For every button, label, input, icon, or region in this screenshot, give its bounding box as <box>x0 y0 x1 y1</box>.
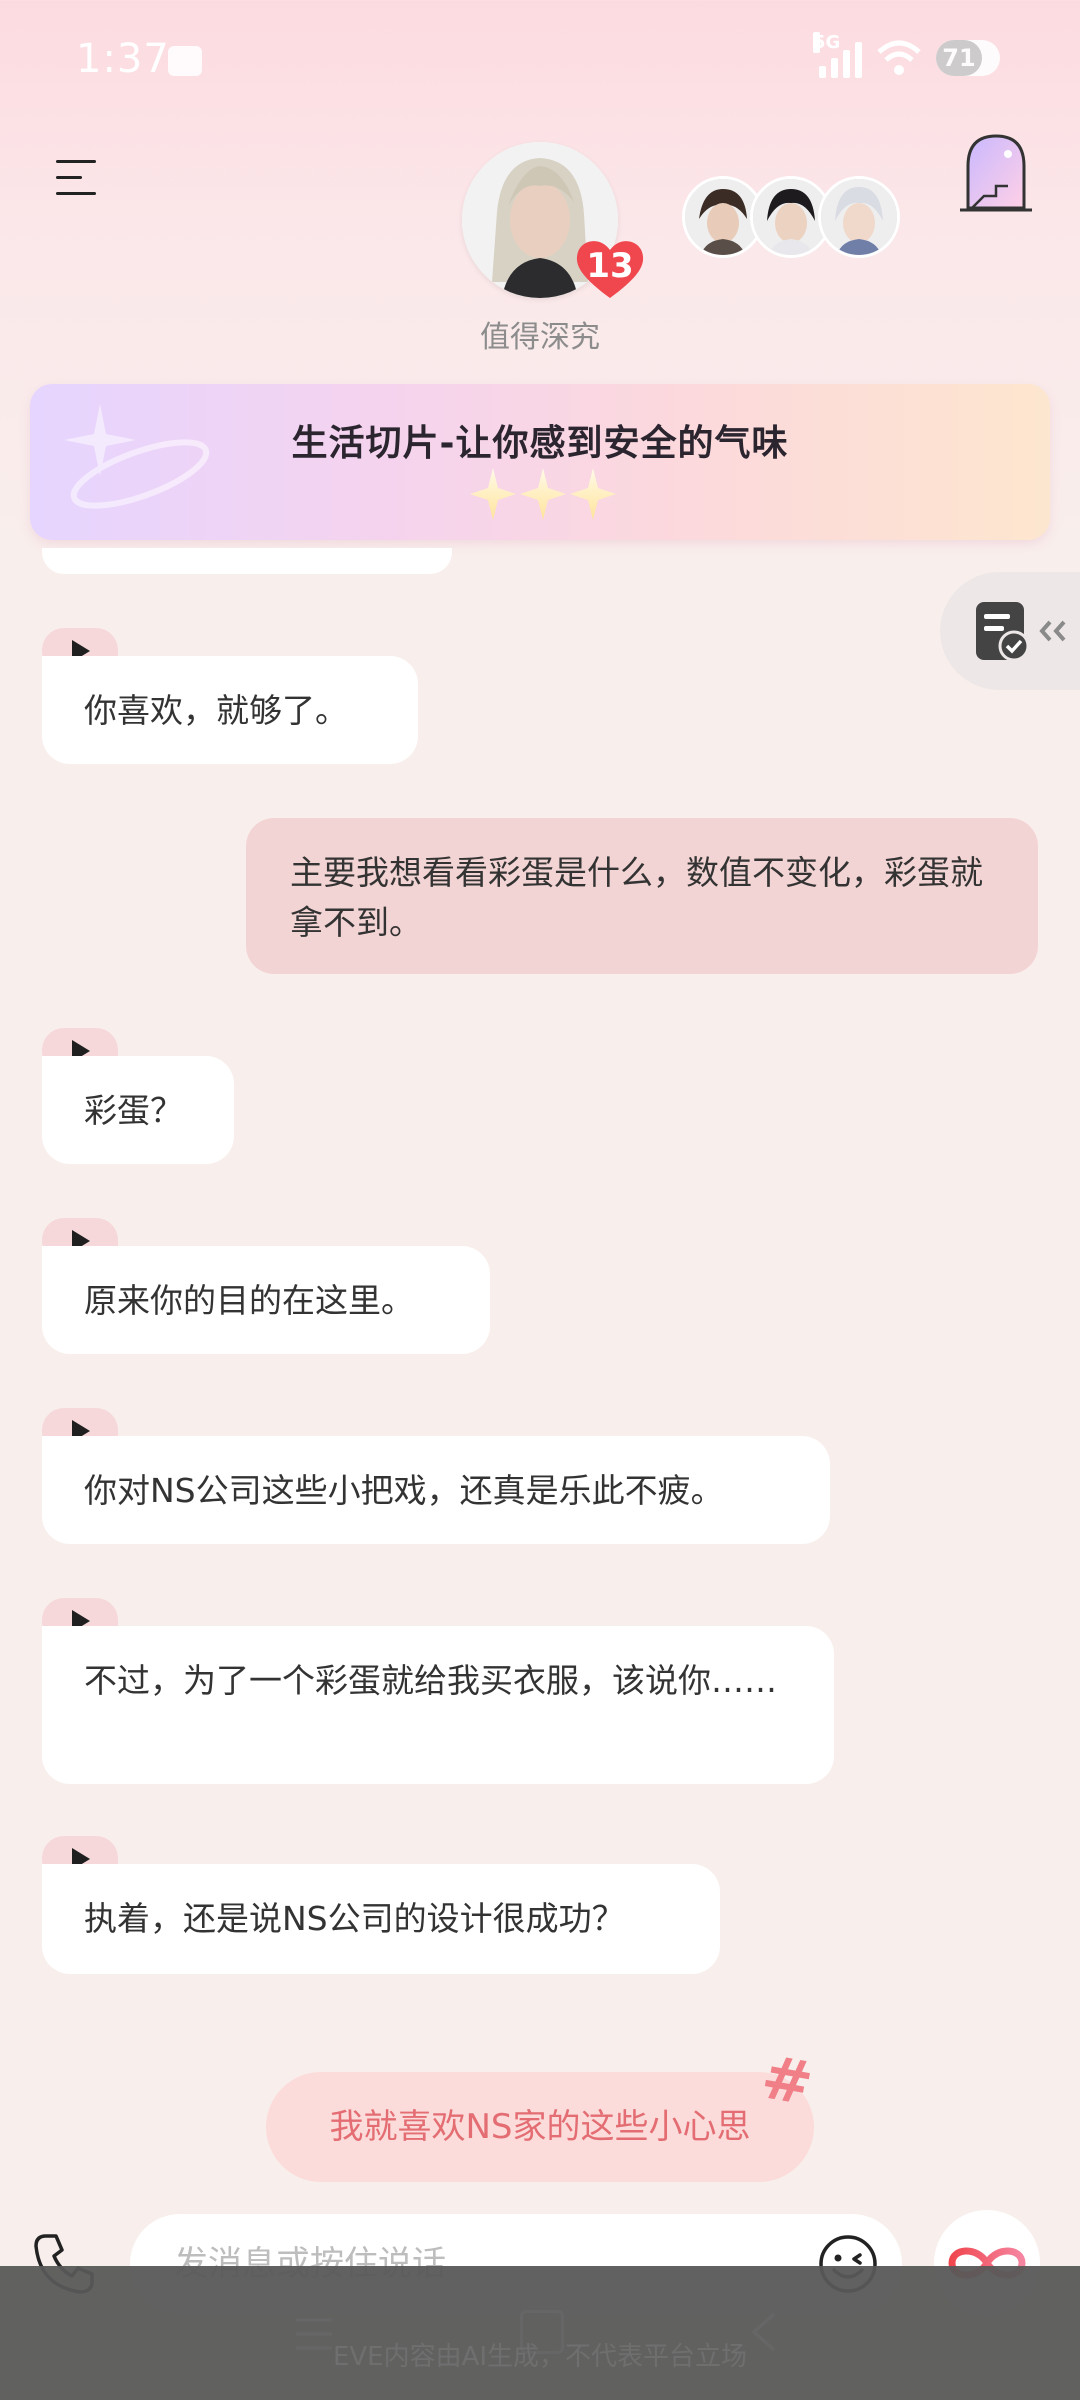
mini-avatar[interactable] <box>818 176 900 258</box>
status-time: 1:37 <box>76 36 170 82</box>
message-text[interactable]: 你喜欢，就够了。 <box>42 656 418 764</box>
signal-icon: 5G <box>813 32 862 78</box>
menu-icon[interactable] <box>56 158 100 198</box>
memo-check-icon <box>976 602 1066 662</box>
message-text[interactable]: 执着，还是说NS公司的设计很成功？ <box>42 1864 720 1974</box>
message-text[interactable]: 你对NS公司这些小把戏，还真是乐此不疲。 <box>42 1436 830 1544</box>
suggested-reply-button[interactable]: 我就喜欢NS家的这些小心思 <box>266 2072 814 2182</box>
message-text[interactable]: 原来你的目的在这里。 <box>42 1246 490 1354</box>
message-text[interactable]: 主要我想看看彩蛋是什么，数值不变化，彩蛋就拿不到。 <box>246 818 1038 974</box>
task-side-tab[interactable] <box>940 572 1080 690</box>
message-text[interactable]: 彩蛋？ <box>42 1056 234 1164</box>
ai-disclaimer: EVE内容由AI生成，不代表平台立场 <box>332 2342 748 2372</box>
character-switcher[interactable] <box>682 176 900 258</box>
wifi-icon <box>877 40 921 75</box>
door-icon[interactable] <box>956 130 1036 216</box>
message-bubble-partial <box>42 548 452 574</box>
story-banner[interactable]: 生活切片-让你感到安全的气味 <box>30 384 1050 540</box>
status-icons: 5G 71 <box>813 32 1000 78</box>
notification-icon <box>168 46 202 76</box>
affinity-level: 13 <box>586 246 634 286</box>
message-text[interactable]: 不过，为了一个彩蛋就给我买衣服，该说你…… <box>42 1626 834 1784</box>
star-rating-icon <box>470 468 616 520</box>
battery-level: 71 <box>936 40 982 76</box>
character-caption: 值得深究 <box>480 320 600 355</box>
banner-title: 生活切片-让你感到安全的气味 <box>291 423 789 464</box>
battery-icon: 71 <box>936 40 1000 76</box>
status-bar: 1:37 5G 71 <box>0 0 1080 130</box>
network-type: 5G <box>813 32 841 53</box>
